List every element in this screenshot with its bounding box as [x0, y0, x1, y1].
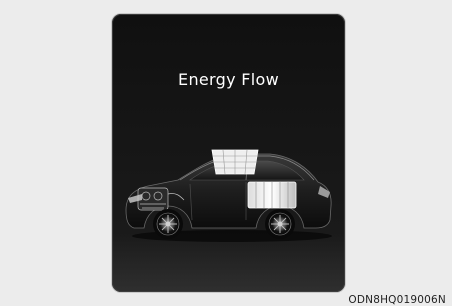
solar-roof-panel: [211, 149, 259, 175]
hybrid-car-icon: [125, 149, 332, 242]
battery-pack: [247, 181, 297, 209]
figure-code: ODN8HQ019006N: [348, 294, 446, 306]
rear-wheel: [265, 209, 295, 239]
front-wheel: [153, 209, 183, 239]
page-title: Energy Flow: [178, 70, 279, 89]
